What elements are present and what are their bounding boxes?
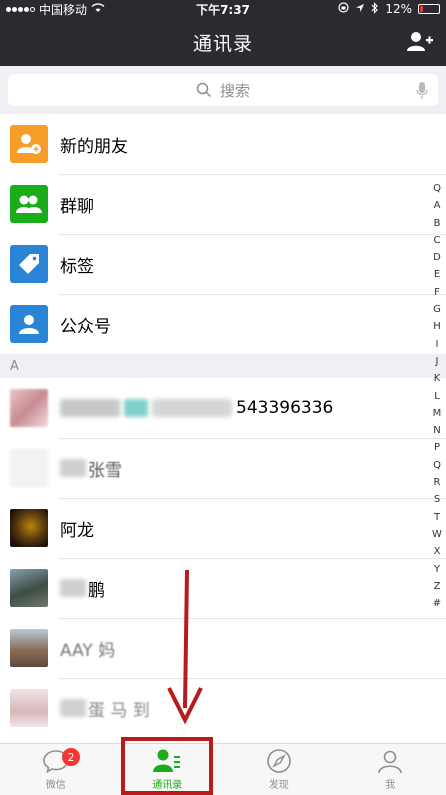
new-friends-row[interactable]: 新的朋友 [0,114,446,175]
battery-percent: 12% [385,2,412,16]
tags-row[interactable]: 标签 [0,234,446,295]
lock-rotation-icon [338,2,349,16]
index-letter[interactable]: T [434,509,440,526]
avatar [10,569,48,607]
annotation-highlight-box [121,737,213,795]
status-right: 12% [290,1,440,17]
nav-bar: 通讯录 [0,18,446,66]
search-area: 搜索 [0,66,446,114]
index-letter[interactable]: Y [434,561,440,578]
tab-chats-label: 微信 [45,780,66,791]
avatar [10,629,48,667]
tab-chats[interactable]: 微信 2 [0,744,112,795]
index-letter[interactable]: F [434,284,440,301]
section-header: A [0,354,446,378]
contact-row[interactable]: 鹏 [0,558,446,619]
index-letter[interactable]: K [434,370,441,387]
contact-row[interactable]: 张雪 [0,438,446,499]
search-icon [196,82,212,98]
index-letter[interactable]: W [432,526,442,543]
avatar [10,689,48,727]
index-letter[interactable]: H [433,318,441,335]
official-accounts-row[interactable]: 公众号 [0,294,446,354]
person-icon [378,750,403,774]
avatar [10,389,48,427]
contact-name: 鹏 [60,576,105,601]
tab-discover[interactable]: 发现 [223,744,335,795]
index-letter[interactable]: C [434,232,441,249]
status-bar: 中国移动 下午7:37 12% [0,0,446,18]
alphabet-index[interactable]: Q A B C D E F G H I J K L M N P Q R S T W X Y Z # [430,180,444,612]
contact-row[interactable]: 543396336 [0,378,446,439]
status-time: 下午7:37 [196,2,250,17]
index-letter[interactable]: Q [433,180,441,197]
index-letter[interactable]: M [433,405,442,422]
contact-name: 蛋 马 到 [60,696,150,721]
index-letter[interactable]: B [434,215,441,232]
search-input[interactable]: 搜索 [8,74,438,106]
contact-name: 543396336 [60,398,333,418]
tags-label: 标签 [60,256,94,277]
contact-name: 张雪 [60,456,122,481]
group-chat-icon [10,185,48,223]
contact-name: AAY 妈 [60,640,116,661]
status-left: 中国移动 [6,1,156,18]
microphone-icon[interactable] [416,82,428,100]
contact-row[interactable]: 阿龙 [0,498,446,559]
index-letter[interactable]: S [434,491,440,508]
index-letter[interactable]: G [433,301,441,318]
official-accounts-label: 公众号 [60,316,111,337]
avatar [10,449,48,487]
index-letter[interactable]: N [433,422,440,439]
compass-icon [266,749,291,773]
index-letter[interactable]: R [434,474,441,491]
group-chats-label: 群聊 [60,196,94,217]
tab-me[interactable]: 我 [335,744,446,795]
tab-bar: 微信 2 通讯录 发现 我 [0,743,446,795]
tab-me-label: 我 [385,780,396,791]
index-letter[interactable]: I [436,336,439,353]
new-friends-icon [10,125,48,163]
unread-badge: 2 [62,748,80,766]
new-friends-label: 新的朋友 [60,136,128,157]
official-account-icon [10,305,48,343]
search-placeholder: 搜索 [219,81,250,100]
tab-discover-label: 发现 [268,780,289,791]
signal-strength-icon [6,6,35,12]
contact-list: 新的朋友 群聊 标签 公众号 A 543396336 张雪 阿龙 鹏 AAY 妈… [0,114,446,738]
index-letter[interactable]: J [436,353,439,370]
group-chats-row[interactable]: 群聊 [0,174,446,235]
add-friend-icon[interactable] [406,29,434,55]
battery-icon [418,4,440,14]
contact-row[interactable]: AAY 妈 [0,618,446,679]
location-icon [355,2,365,16]
index-letter[interactable]: A [434,197,441,214]
index-letter[interactable]: D [433,249,441,266]
contact-name: 阿龙 [60,520,94,541]
index-letter[interactable]: L [434,388,440,405]
index-letter[interactable]: P [434,439,440,456]
wifi-icon [91,2,105,16]
index-letter[interactable]: E [434,266,440,283]
carrier-label: 中国移动 [39,2,88,17]
page-title: 通讯录 [192,32,253,55]
bluetooth-icon [371,1,379,17]
index-letter[interactable]: Q [433,457,441,474]
annotation-arrow [167,570,203,725]
contact-row[interactable]: 蛋 马 到 [0,678,446,738]
tag-icon [10,245,48,283]
index-letter[interactable]: X [434,543,441,560]
index-letter[interactable]: # [433,595,441,612]
index-letter[interactable]: Z [434,578,441,595]
avatar [10,509,48,547]
